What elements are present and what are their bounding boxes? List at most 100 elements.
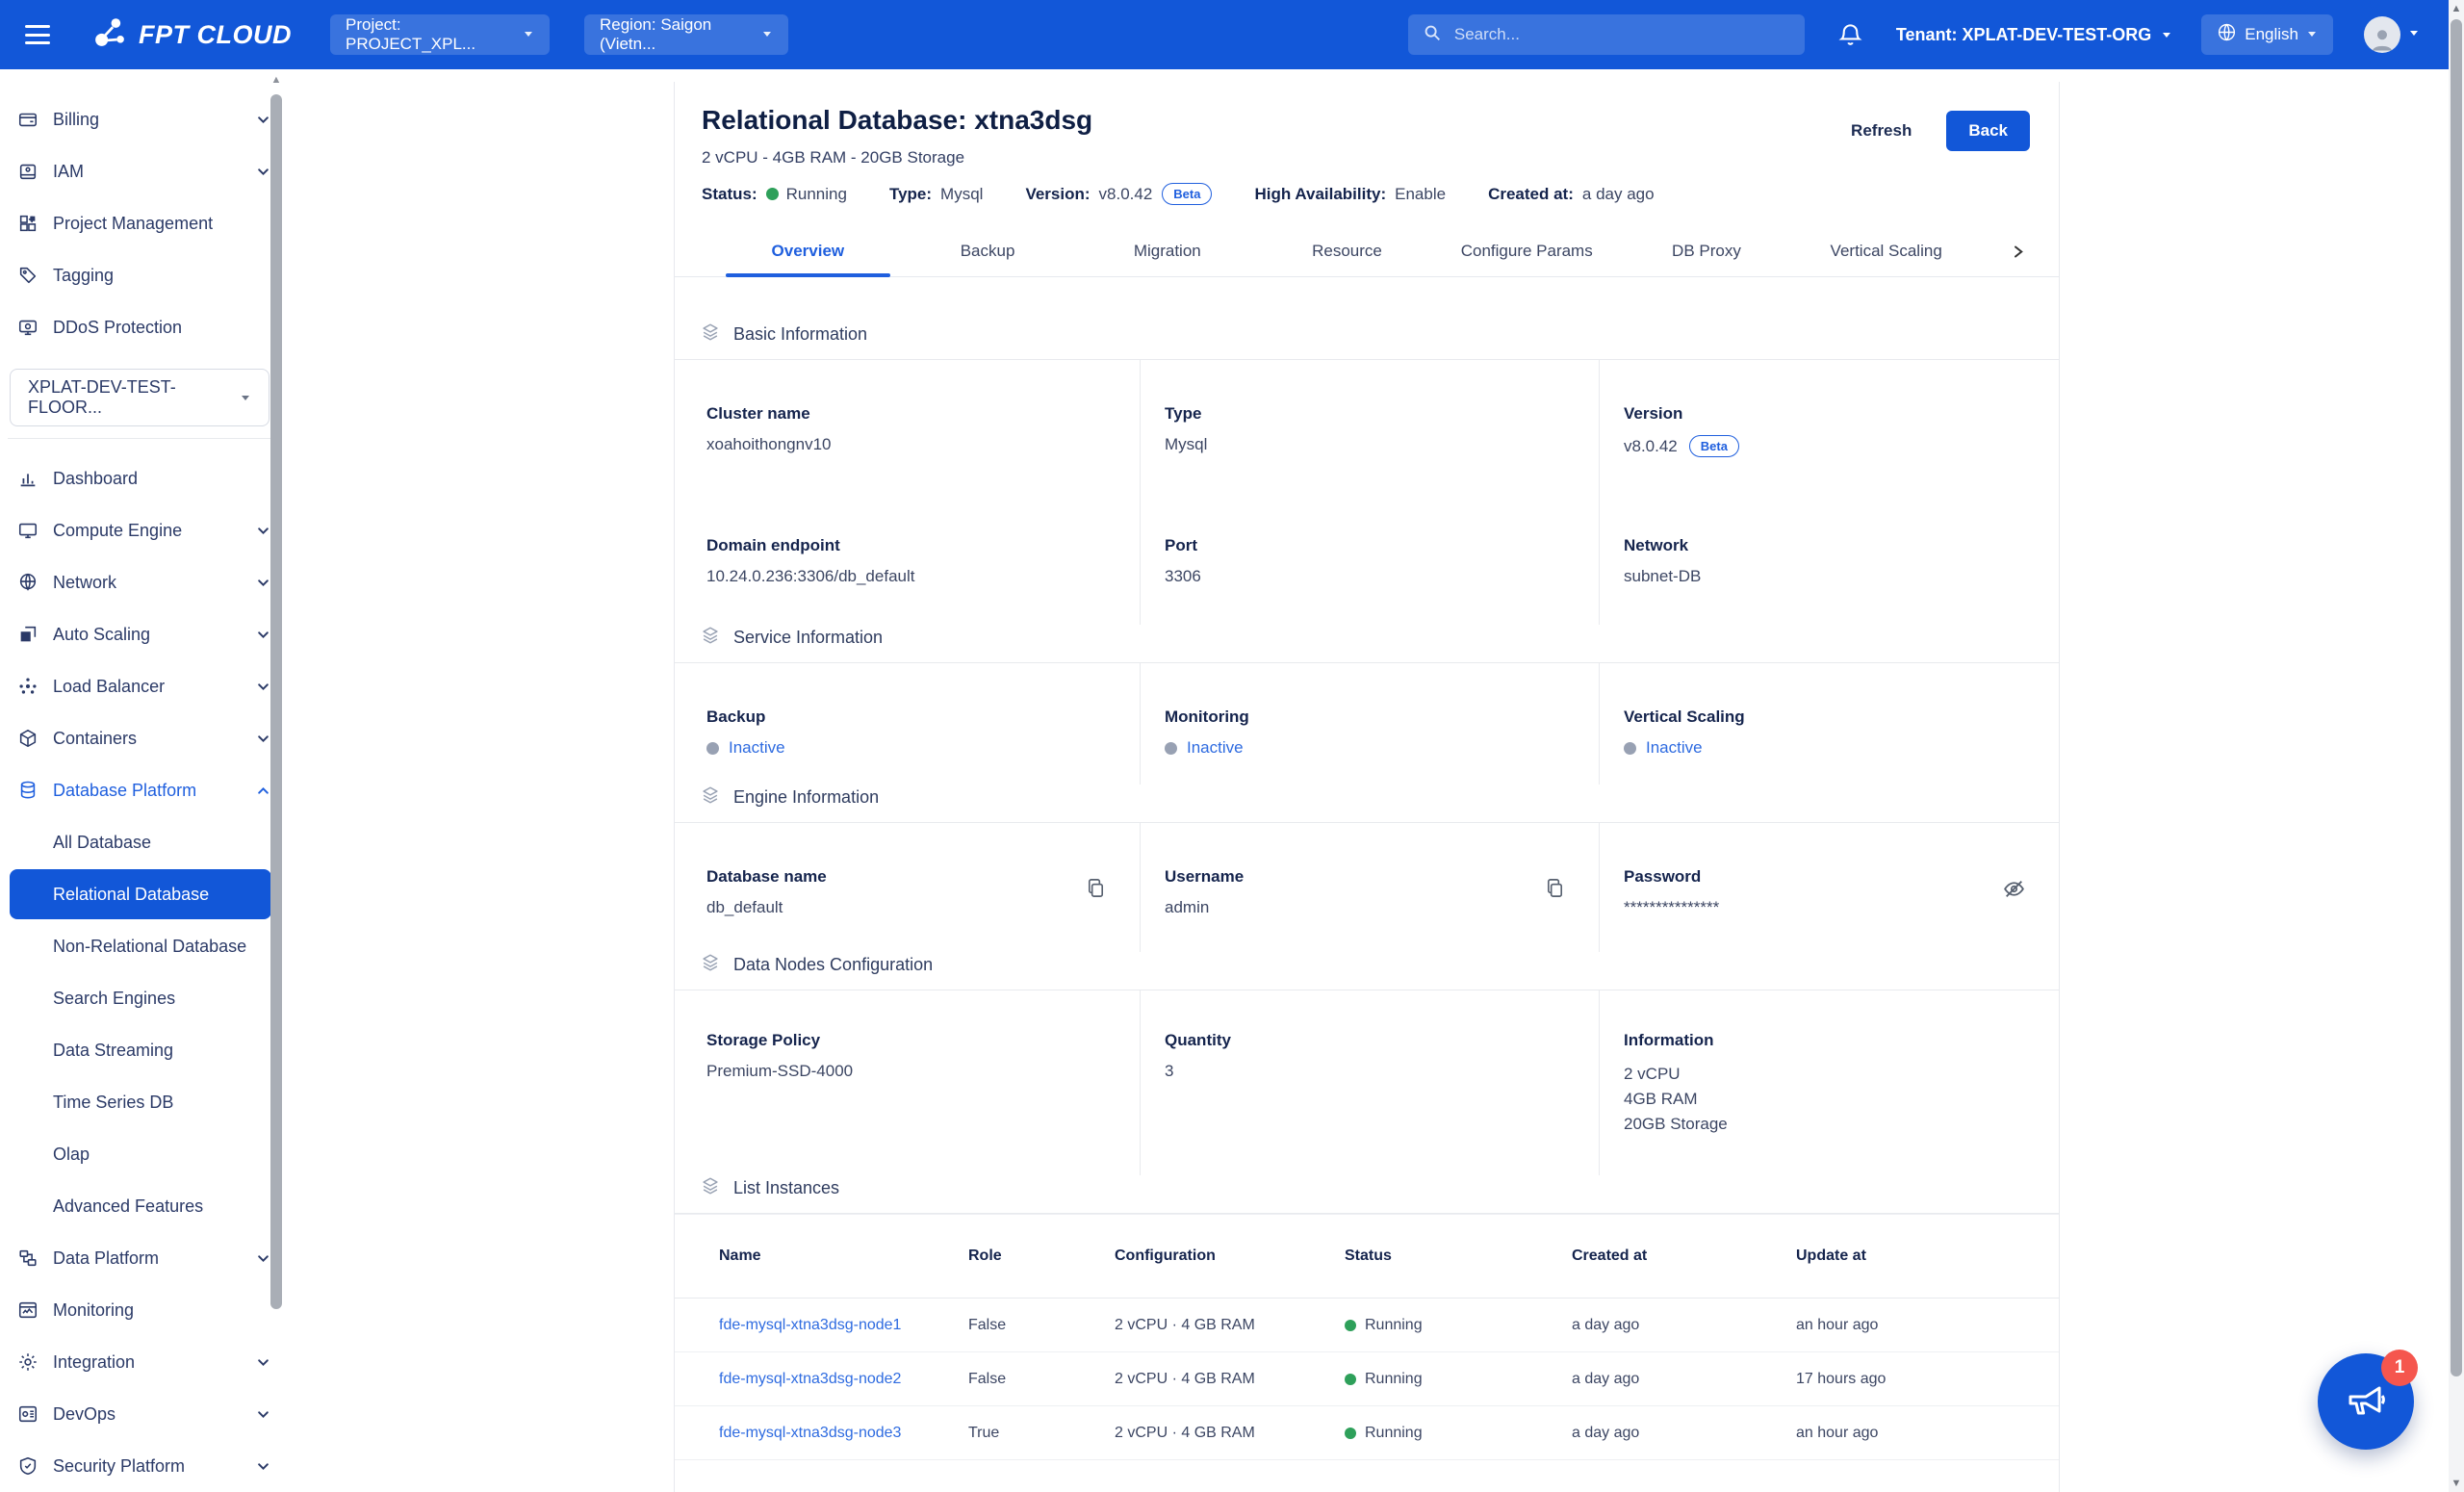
sidebar-item-ddos-protection[interactable]: DDoS Protection (0, 301, 285, 353)
chevron-down-icon (257, 525, 270, 537)
sidebar-item-label: DevOps (53, 1404, 257, 1425)
meta-label: High Availability: (1254, 185, 1386, 204)
sidebar-item-database-platform[interactable]: Database Platform (0, 764, 285, 816)
announcements-fab-button[interactable]: 1 (2318, 1353, 2414, 1450)
sidebar-item-non-relational-database[interactable]: Non-Relational Database (0, 920, 285, 972)
sidebar-item-all-database[interactable]: All Database (0, 816, 285, 868)
back-button[interactable]: Back (1946, 111, 2030, 151)
floor-selector[interactable]: XPLAT-DEV-TEST-FLOOR... (10, 369, 270, 426)
network-globe-icon (17, 572, 38, 593)
field-database-name: Database name db_default (675, 823, 1140, 952)
instance-name-link[interactable]: fde-mysql-xtna3dsg-node3 (719, 1425, 901, 1441)
monitoring-icon (17, 1299, 38, 1321)
project-selector-label: Project: PROJECT_XPL... (346, 15, 511, 54)
scrollbar-up-arrow[interactable]: ▲ (2449, 0, 2464, 17)
sidebar-item-auto-scaling[interactable]: Auto Scaling (0, 608, 285, 660)
layers-icon (700, 785, 721, 810)
caret-down-icon (2408, 26, 2420, 43)
instance-role: False (968, 1352, 1115, 1406)
sidebar-item-iam[interactable]: IAM (0, 145, 285, 197)
sidebar-item-data-platform[interactable]: Data Platform (0, 1232, 285, 1284)
sidebar-item-olap[interactable]: Olap (0, 1128, 285, 1180)
field-type: Type Mysql (1140, 360, 1599, 503)
tenant-selector[interactable]: Tenant: XPLAT-DEV-TEST-ORG (1896, 25, 2172, 45)
instance-update-at: an hour ago (1796, 1406, 2059, 1460)
sidebar-item-label: Containers (53, 729, 257, 749)
auto-scaling-icon (17, 624, 38, 645)
sidebar-item-compute-engine[interactable]: Compute Engine (0, 504, 285, 556)
tab-resource[interactable]: Resource (1257, 226, 1437, 276)
sidebar-item-dashboard[interactable]: Dashboard (0, 452, 285, 504)
region-selector[interactable]: Region: Saigon (Vietn... (584, 14, 788, 55)
instance-name-link[interactable]: fde-mysql-xtna3dsg-node2 (719, 1371, 901, 1387)
sidebar-item-devops[interactable]: DevOps (0, 1388, 285, 1440)
copy-icon[interactable] (1544, 877, 1566, 899)
tab-vertical-scaling[interactable]: Vertical Scaling (1796, 226, 1976, 276)
notification-bell-icon[interactable] (1837, 22, 1863, 48)
sidebar-item-network[interactable]: Network (0, 556, 285, 608)
tab-configure-params[interactable]: Configure Params (1437, 226, 1617, 276)
instance-name-link[interactable]: fde-mysql-xtna3dsg-node1 (719, 1317, 901, 1333)
tab-db-proxy[interactable]: DB Proxy (1617, 226, 1797, 276)
tab-migration[interactable]: Migration (1077, 226, 1257, 276)
sidebar-item-time-series-db[interactable]: Time Series DB (0, 1076, 285, 1128)
user-menu[interactable] (2364, 16, 2420, 53)
tab-backup[interactable]: Backup (898, 226, 1078, 276)
sidebar-item-billing[interactable]: Billing (0, 93, 285, 145)
eye-off-icon[interactable] (2002, 877, 2026, 901)
tabs-scroll-right-chevron-icon[interactable] (1976, 226, 2059, 276)
sidebar-item-security-platform[interactable]: Security Platform (0, 1440, 285, 1492)
status-meta-row: Status: Running Type: Mysql Version: v8.… (702, 183, 2030, 205)
scrollbar-down-arrow[interactable]: ▼ (2449, 1475, 2464, 1492)
sidebar-item-project-management[interactable]: Project Management (0, 197, 285, 249)
meta-value: Mysql (940, 185, 983, 204)
sidebar-item-label: Time Series DB (53, 1093, 270, 1113)
instance-created-at: a day ago (1572, 1406, 1796, 1460)
status-dot-green (766, 188, 779, 200)
notification-count-badge: 1 (2381, 1350, 2418, 1386)
tab-overview[interactable]: Overview (718, 226, 898, 276)
devops-icon (17, 1403, 38, 1425)
chevron-down-icon (257, 166, 270, 178)
copy-icon[interactable] (1085, 877, 1107, 899)
language-selector[interactable]: English (2201, 14, 2333, 55)
database-icon (17, 780, 38, 801)
instance-configuration: 2 vCPU · 4 GB RAM (1115, 1352, 1345, 1406)
field-information: Information 2 vCPU 4GB RAM 20GB Storage (1599, 990, 2059, 1175)
table-row: fde-mysql-xtna3dsg-node1 False 2 vCPU · … (675, 1299, 2059, 1352)
tag-icon (17, 265, 38, 286)
sidebar-item-integration[interactable]: Integration (0, 1336, 285, 1388)
scrollbar-up-arrow[interactable]: ▲ (270, 73, 283, 87)
chevron-down-icon (257, 114, 270, 126)
page-scrollbar-thumb[interactable] (2451, 19, 2462, 1376)
chevron-up-icon (257, 785, 270, 797)
sidebar-item-containers[interactable]: Containers (0, 712, 285, 764)
header-actions: Refresh Back (1845, 111, 2030, 151)
layers-icon (700, 625, 721, 651)
sidebar-item-advanced-features[interactable]: Advanced Features (0, 1180, 285, 1232)
sidebar-item-relational-database[interactable]: Relational Database (10, 869, 271, 919)
brand-text: FPT CLOUD (139, 20, 292, 50)
project-selector[interactable]: Project: PROJECT_XPL... (330, 14, 550, 55)
instance-configuration: 2 vCPU · 4 GB RAM (1115, 1406, 1345, 1460)
sidebar-item-monitoring[interactable]: Monitoring (0, 1284, 285, 1336)
sidebar-item-tagging[interactable]: Tagging (0, 249, 285, 301)
sidebar-item-data-streaming[interactable]: Data Streaming (0, 1024, 285, 1076)
refresh-button[interactable]: Refresh (1845, 120, 1917, 141)
sidebar-item-load-balancer[interactable]: Load Balancer (0, 660, 285, 712)
sidebar-scrollbar-thumb[interactable] (270, 94, 282, 1309)
sidebar-item-label: Data Platform (53, 1248, 257, 1269)
shield-icon (17, 1455, 38, 1477)
field-backup-status: Backup Inactive (675, 663, 1140, 785)
search-input[interactable] (1452, 24, 1791, 45)
section-title: Service Information (733, 628, 883, 648)
instance-update-at: 17 hours ago (1796, 1352, 2059, 1406)
hamburger-menu-icon[interactable] (25, 25, 50, 44)
sidebar-item-search-engines[interactable]: Search Engines (0, 972, 285, 1024)
instance-status: Running (1365, 1425, 1423, 1442)
sidebar-item-label: Project Management (53, 214, 270, 234)
brand-logo[interactable]: FPT CLOUD (89, 13, 292, 58)
globe-icon (2217, 22, 2237, 47)
meta-label: Status: (702, 185, 757, 204)
caret-down-icon (761, 25, 773, 44)
